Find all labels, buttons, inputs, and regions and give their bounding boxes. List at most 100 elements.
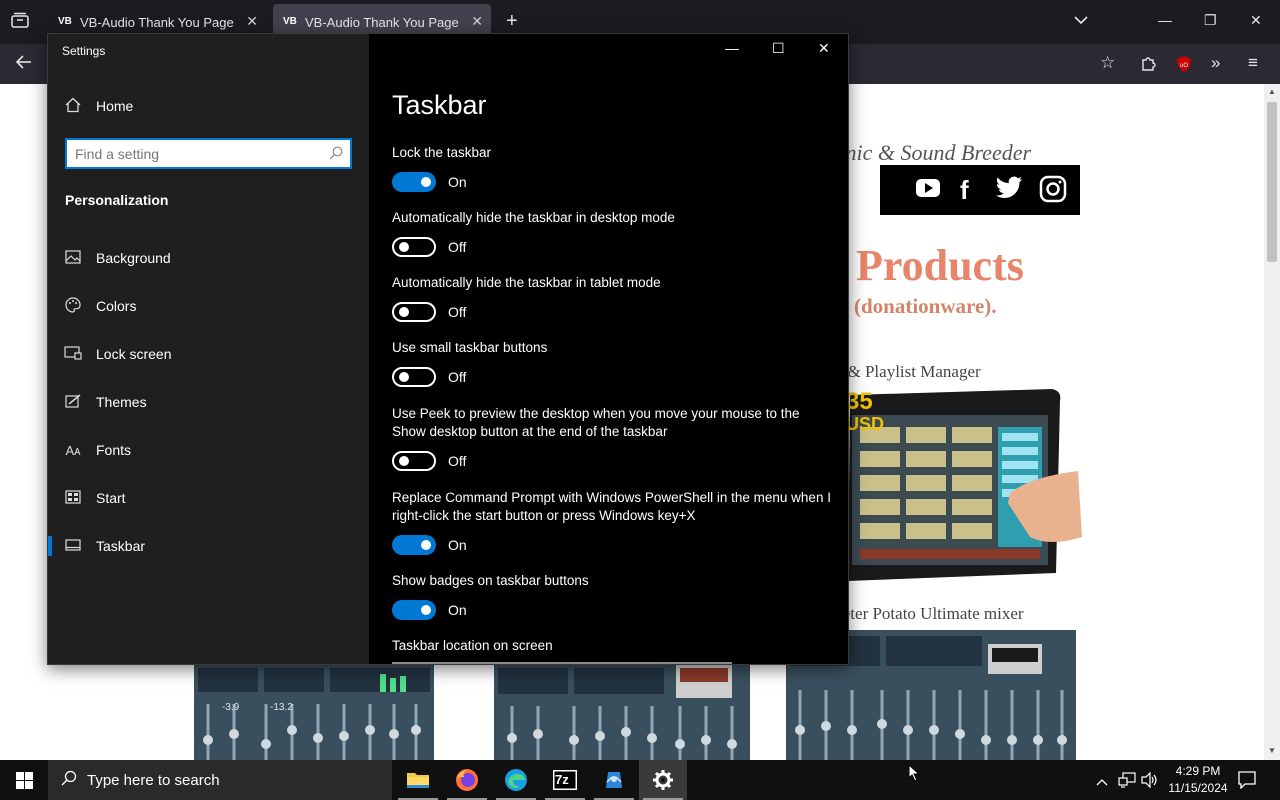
toggle-state-text: On [448, 602, 467, 618]
toggle-knob [399, 307, 409, 317]
sidebar-item-home[interactable]: Home [48, 86, 369, 126]
search-input[interactable] [67, 145, 317, 162]
scroll-up-arrow-icon[interactable]: ▲ [1268, 87, 1276, 96]
option-label-lock-taskbar: Lock the taskbar [392, 145, 492, 160]
scroll-thumb[interactable] [1267, 102, 1277, 262]
taskbar-search-box[interactable]: Type here to search [48, 760, 392, 800]
settings-sidebar: Settings Home Personalization Background [48, 34, 369, 664]
7zip-icon[interactable]: 7z [541, 760, 589, 800]
fonts-icon: Aᴀ [65, 442, 81, 458]
tab-title: VB-Audio Thank You Page [305, 14, 459, 30]
sidebar-item-label: Home [96, 98, 134, 114]
lock-screen-icon [48, 345, 96, 363]
minimize-browser-button[interactable]: — [1158, 12, 1172, 28]
tab-title: VB-Audio Thank You Page [80, 14, 234, 30]
tab-list-icon[interactable] [11, 12, 29, 33]
toggle-autohide-desktop[interactable] [392, 237, 436, 257]
close-tab-icon[interactable]: ✕ [471, 13, 483, 30]
option-label-autohide-tablet: Automatically hide the taskbar in tablet… [392, 275, 661, 290]
youtube-icon[interactable] [916, 179, 940, 202]
sidebar-item-colors[interactable]: Colors [48, 286, 369, 326]
twitter-icon[interactable] [995, 176, 1023, 205]
maximize-window-button[interactable]: ☐ [772, 40, 785, 57]
option-label-badges: Show badges on taskbar buttons [392, 573, 589, 588]
overflow-chevrons-icon[interactable]: » [1211, 53, 1220, 73]
hidden-icons-chevron-up-icon[interactable] [1096, 773, 1108, 791]
volume-icon[interactable] [1141, 771, 1159, 793]
scroll-down-arrow-icon[interactable]: ▼ [1268, 746, 1276, 755]
extensions-puzzle-icon[interactable] [1140, 54, 1158, 77]
toggle-knob [421, 177, 431, 187]
toggle-lock-taskbar[interactable] [392, 172, 436, 192]
taskbar-search-placeholder: Type here to search [87, 771, 220, 789]
sidebar-item-start[interactable]: Start [48, 478, 369, 518]
ublock-icon[interactable]: uO [1176, 55, 1192, 78]
back-arrow-icon[interactable] [15, 54, 33, 75]
file-explorer-icon[interactable] [394, 760, 442, 800]
firefox-icon[interactable] [443, 760, 491, 800]
toggle-state-text: Off [448, 239, 467, 255]
sidebar-item-label: Background [96, 250, 171, 266]
network-icon[interactable] [1118, 772, 1136, 793]
toggle-badges[interactable] [392, 600, 436, 620]
sidebar-item-label: Taskbar [96, 538, 146, 554]
toggle-state-text: Off [448, 369, 467, 385]
mixer-image-1[interactable]: -3.9 -13.2 [194, 664, 434, 760]
vb-favicon-icon: VB [283, 16, 297, 27]
windows-logo-icon [16, 772, 33, 794]
close-window-button[interactable]: ✕ [818, 40, 830, 57]
toggle-state-text: On [448, 174, 467, 190]
svg-text:uO: uO [1180, 63, 1188, 69]
brush-icon [48, 393, 96, 411]
toggle-peek[interactable] [392, 451, 436, 471]
mouse-cursor-icon [908, 763, 921, 787]
taskbar-location-dropdown[interactable] [392, 662, 732, 664]
sidebar-item-background[interactable]: Background [48, 238, 369, 278]
tagline: ...anic & Sound Breeder [818, 140, 1032, 165]
settings-gear-icon[interactable] [639, 760, 687, 800]
sidebar-item-label: Colors [96, 298, 137, 314]
option-label-autohide-desktop: Automatically hide the taskbar in deskto… [392, 210, 675, 225]
social-bar: f [880, 165, 1080, 215]
toggle-powershell[interactable] [392, 535, 436, 555]
new-tab-button[interactable]: + [506, 10, 518, 33]
toggle-small-buttons[interactable] [392, 367, 436, 387]
clock-date: 11/15/2024 [1168, 781, 1228, 795]
hamburger-menu-icon[interactable]: ≡ [1248, 53, 1258, 73]
sidebar-item-taskbar[interactable]: Taskbar [48, 526, 369, 566]
edge-icon[interactable] [492, 760, 540, 800]
taskbar-clock[interactable]: 4:29 PM 11/15/2024 [1160, 763, 1236, 797]
minimize-window-button[interactable]: — [725, 40, 739, 56]
sidebar-item-lock-screen[interactable]: Lock screen [48, 334, 369, 374]
notification-center-icon[interactable] [1238, 771, 1256, 794]
sidebar-item-label: Fonts [96, 442, 132, 458]
picture-icon [48, 249, 96, 267]
sidebar-item-fonts[interactable]: Aᴀ Fonts [48, 430, 369, 470]
instagram-icon[interactable] [1039, 175, 1067, 208]
settings-search-box[interactable] [65, 138, 352, 169]
close-browser-button[interactable]: ✕ [1250, 12, 1262, 29]
sidebar-item-label: Start [96, 490, 126, 506]
bookmark-star-icon[interactable]: ☆ [1100, 53, 1115, 73]
sidebar-item-themes[interactable]: Themes [48, 382, 369, 422]
settings-content: — ☐ ✕ Taskbar Lock the taskbar On Automa… [369, 34, 848, 664]
product-caption-2: ...eter Potato Ultimate mixer [830, 604, 1024, 623]
toggle-knob [421, 605, 431, 615]
start-button[interactable] [0, 760, 48, 800]
toggle-autohide-tablet[interactable] [392, 302, 436, 322]
sidebar-item-label: Lock screen [96, 346, 172, 362]
page-scrollbar[interactable]: ▲ ▼ [1264, 84, 1280, 760]
option-label-powershell: Replace Command Prompt with Windows Powe… [392, 490, 831, 523]
restore-browser-button[interactable]: ❐ [1204, 12, 1217, 29]
close-tab-icon[interactable]: ✕ [246, 13, 258, 30]
facebook-icon[interactable]: f [960, 175, 969, 206]
mixer-image-2[interactable] [494, 664, 750, 760]
home-icon [48, 97, 96, 116]
sidebar-item-label: Themes [96, 394, 147, 410]
price-value: 35 [846, 388, 873, 415]
tab-overflow-chevron-down-icon[interactable] [1074, 12, 1088, 28]
app-icon[interactable] [590, 760, 638, 800]
search-icon[interactable] [329, 146, 343, 165]
toggle-state-text: Off [448, 304, 467, 320]
clock-time: 4:29 PM [1175, 764, 1221, 778]
